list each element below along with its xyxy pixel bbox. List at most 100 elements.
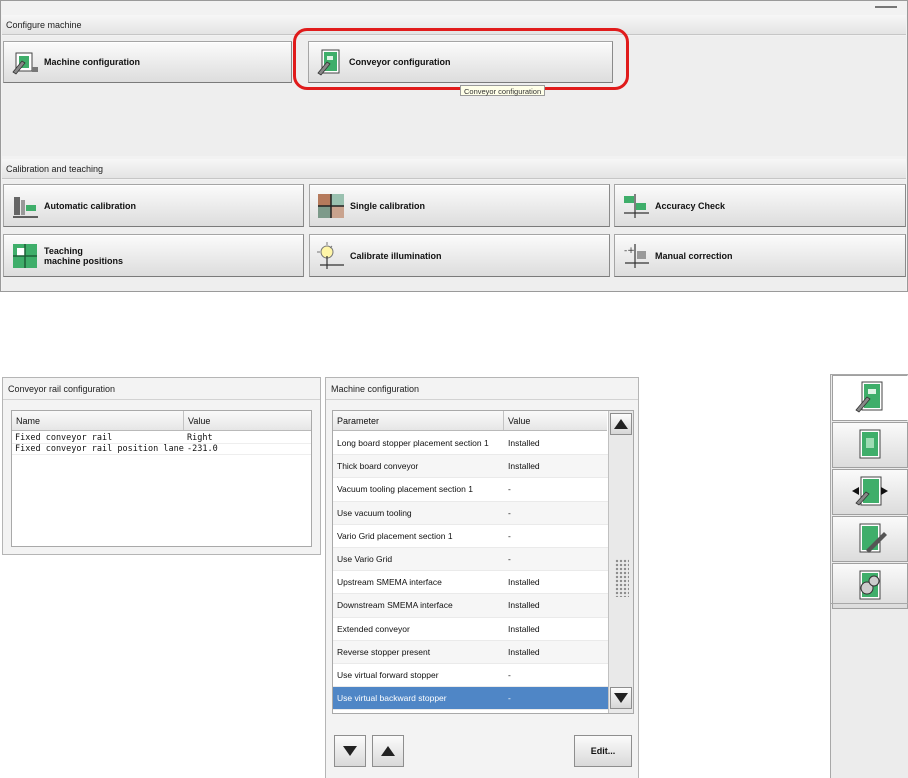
- rail-value-cell: Right: [187, 433, 213, 443]
- value-cell: -: [508, 484, 511, 495]
- parameter-cell: Vario Grid placement section 1: [337, 530, 453, 541]
- conveyor-rail-panel: Conveyor rail configuration Name Value F…: [2, 377, 321, 555]
- arrow-down-icon: [614, 693, 628, 703]
- table-row[interactable]: Vacuum tooling placement section 1 -: [333, 478, 608, 502]
- conveyor-config-icon: [852, 379, 888, 418]
- table-row[interactable]: Downstream SMEMA interface Installed: [333, 594, 608, 618]
- move-up-button[interactable]: [372, 735, 404, 767]
- teaching-icon: [10, 241, 40, 271]
- conveyor-configuration-tooltip: Conveyor configuration: [460, 85, 546, 96]
- table-row[interactable]: Use virtual backward stopper -: [333, 687, 608, 711]
- automatic-calibration-label: Automatic calibration: [44, 200, 137, 211]
- table-row[interactable]: Fixed conveyor rail Right: [12, 433, 311, 444]
- accuracy-check-button[interactable]: Accuracy Check: [614, 184, 906, 227]
- scroll-down-button[interactable]: [610, 687, 632, 709]
- arrow-down-icon: [343, 746, 357, 756]
- conveyor-rail-title: Conveyor rail configuration: [3, 378, 320, 400]
- table-row[interactable]: Reverse stopper present Installed: [333, 640, 608, 664]
- column-header-name[interactable]: Name: [12, 411, 184, 430]
- conveyor-rail-grid: Name Value Fixed conveyor rail Right Fix…: [11, 410, 312, 547]
- side-board-button[interactable]: [832, 422, 908, 468]
- parameter-cell: Reverse stopper present: [337, 646, 431, 657]
- calibrate-illumination-button[interactable]: Calibrate illumination: [309, 234, 610, 277]
- table-row[interactable]: Fixed conveyor rail position lane 1 [mm]…: [12, 444, 311, 455]
- automatic-calibration-button[interactable]: Automatic calibration: [3, 184, 304, 227]
- parameter-cell: Use virtual forward stopper: [337, 669, 439, 680]
- rail-name-cell: Fixed conveyor rail: [15, 433, 113, 443]
- configure-machine-header: Configure machine: [2, 15, 906, 35]
- value-cell: Installed: [508, 646, 540, 657]
- column-header-parameter[interactable]: Parameter: [333, 411, 504, 430]
- machine-configuration-label: Machine configuration: [44, 57, 141, 67]
- arrow-up-icon: [381, 746, 395, 756]
- automatic-calibration-icon: [10, 191, 40, 221]
- table-row[interactable]: Long board stopper placement section 1 In…: [333, 432, 608, 456]
- calibrate-illumination-label: Calibrate illumination: [350, 250, 442, 261]
- machine-config-icon: [10, 47, 40, 77]
- table-row[interactable]: Use Vario Grid -: [333, 547, 608, 572]
- table-row[interactable]: Use virtual forward stopper -: [333, 664, 608, 688]
- side-conveyor-width-button[interactable]: [832, 469, 908, 515]
- table-row[interactable]: Use vacuum tooling -: [333, 501, 608, 525]
- parameter-cell: Use vacuum tooling: [337, 507, 412, 518]
- svg-text:-+: -+: [624, 246, 635, 256]
- scrollbar-grip-icon[interactable]: [615, 559, 629, 597]
- board-settings-icon: [852, 567, 888, 606]
- conveyor-configuration-button[interactable]: Conveyor configuration: [308, 41, 613, 83]
- manual-correction-label: Manual correction: [655, 250, 733, 261]
- conveyor-width-icon: [850, 473, 890, 512]
- teaching-machine-positions-button[interactable]: Teaching machine positions: [3, 234, 304, 277]
- machine-configuration-button[interactable]: Machine configuration: [3, 41, 292, 83]
- parameter-cell: Vacuum tooling placement section 1: [337, 484, 473, 495]
- conveyor-rail-grid-header: Name Value: [12, 411, 311, 431]
- machine-configuration-panel: Machine configuration Parameter Value Lo…: [325, 377, 639, 778]
- machine-grid-header: Parameter Value: [333, 411, 607, 431]
- arrow-up-icon: [614, 419, 628, 429]
- column-header-value[interactable]: Value: [504, 411, 607, 430]
- table-row[interactable]: Thick board conveyor Installed: [333, 455, 608, 479]
- teaching-label: Teaching machine positions: [44, 246, 123, 266]
- top-panel: Configure machine Machine configuration …: [0, 0, 908, 292]
- parameter-cell: Upstream SMEMA interface: [337, 577, 442, 588]
- teaching-label-line1: Teaching: [44, 245, 83, 256]
- accuracy-check-label: Accuracy Check: [655, 200, 726, 211]
- table-row[interactable]: Extended conveyor Installed: [333, 618, 608, 641]
- side-board-edit-button[interactable]: [832, 516, 908, 562]
- table-row[interactable]: Upstream SMEMA interface Installed: [333, 571, 608, 595]
- value-cell: -: [508, 530, 511, 541]
- value-cell: Installed: [508, 461, 540, 472]
- single-calibration-button[interactable]: Single calibration: [309, 184, 610, 227]
- side-conveyor-config-button[interactable]: [832, 375, 908, 421]
- vertical-scrollbar[interactable]: [608, 411, 633, 713]
- parameter-cell: Use virtual backward stopper: [337, 693, 447, 704]
- manual-correction-icon: -+: [621, 241, 651, 271]
- illumination-icon: [316, 241, 346, 271]
- scroll-up-button[interactable]: [610, 413, 632, 435]
- single-calibration-label: Single calibration: [350, 200, 426, 211]
- rail-name-cell: Fixed conveyor rail position lane 1 [mm]: [15, 444, 184, 454]
- side-toolbar-divider: [831, 603, 908, 604]
- column-header-value[interactable]: Value: [184, 411, 311, 430]
- parameter-cell: Downstream SMEMA interface: [337, 600, 453, 611]
- single-calibration-icon: [316, 191, 346, 221]
- calibration-teaching-header: Calibration and teaching: [2, 159, 906, 179]
- move-down-button[interactable]: [334, 735, 366, 767]
- table-row[interactable]: Vario Grid placement section 1 -: [333, 525, 608, 548]
- accuracy-check-icon: [621, 191, 651, 221]
- machine-configuration-grid: Parameter Value Long board stopper place…: [332, 410, 634, 714]
- board-edit-icon: [852, 520, 888, 559]
- side-toolbar: [830, 374, 908, 778]
- parameter-cell: Long board stopper placement section 1: [337, 438, 489, 449]
- parameter-cell: Use Vario Grid: [337, 554, 393, 565]
- manual-correction-button[interactable]: -+ Manual correction: [614, 234, 906, 277]
- value-cell: -: [508, 693, 511, 704]
- machine-configuration-title: Machine configuration: [326, 378, 638, 400]
- value-cell: -: [508, 554, 511, 565]
- window-handle: [875, 6, 897, 8]
- value-cell: -: [508, 669, 511, 680]
- conveyor-configuration-label: Conveyor configuration: [349, 57, 451, 67]
- edit-button[interactable]: Edit...: [574, 735, 632, 767]
- conveyor-rail-rows: Fixed conveyor rail Right Fixed conveyor…: [12, 431, 311, 455]
- conveyor-config-icon: [315, 47, 345, 77]
- board-icon: [852, 426, 888, 465]
